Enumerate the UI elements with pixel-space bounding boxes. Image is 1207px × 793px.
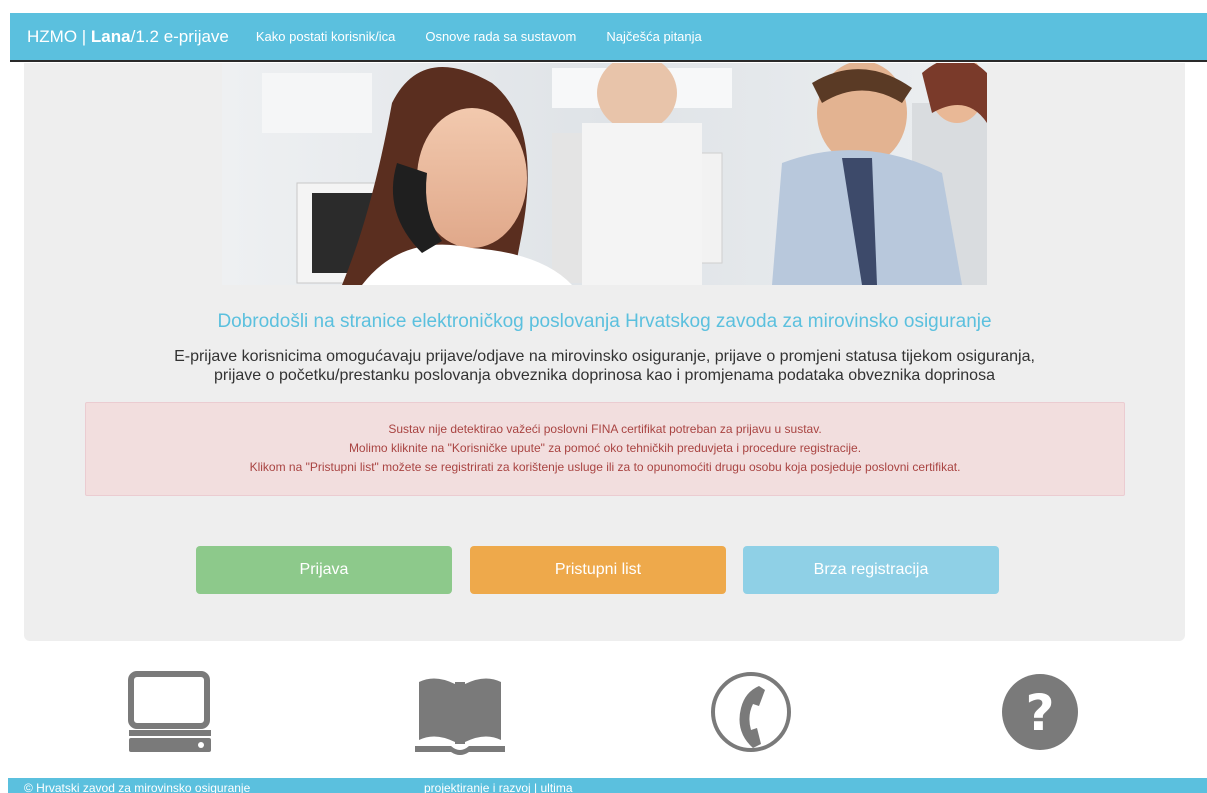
- main-panel: Dobrodošli na stranice elektroničkog pos…: [24, 63, 1185, 641]
- alert-line-1: Sustav nije detektirao važeći poslovni F…: [388, 422, 822, 436]
- top-navbar: HZMO | Lana/1.2 e-prijave Kako postati k…: [10, 13, 1207, 62]
- nav-link-faq[interactable]: Najčešća pitanja: [606, 29, 701, 44]
- page: HZMO | Lana/1.2 e-prijave Kako postati k…: [0, 0, 1207, 793]
- hero-illustration: [222, 63, 987, 285]
- phone-icon[interactable]: [707, 668, 797, 756]
- brand-suffix: /1.2 e-prijave: [130, 26, 229, 46]
- quick-registration-button[interactable]: Brza registracija: [743, 546, 999, 594]
- brand-logo[interactable]: HZMO | Lana/1.2 e-prijave: [10, 27, 229, 47]
- access-sheet-button[interactable]: Pristupni list: [470, 546, 726, 594]
- footer-credits[interactable]: projektiranje i razvoj | ultima: [424, 778, 573, 793]
- login-button[interactable]: Prijava: [196, 546, 452, 594]
- svg-text:?: ?: [1025, 684, 1054, 742]
- footer-copyright: © Hrvatski zavod za mirovinsko osiguranj…: [24, 781, 251, 793]
- footer: © Hrvatski zavod za mirovinsko osiguranj…: [8, 778, 1207, 793]
- alert-line-2: Molimo kliknite na "Korisničke upute" za…: [348, 441, 862, 455]
- nav-link-system-basics[interactable]: Osnove rada sa sustavom: [425, 29, 576, 44]
- welcome-heading: Dobrodošli na stranice elektroničkog pos…: [217, 311, 992, 332]
- alert-line-3: Klikom na "Pristupni list" možete se reg…: [249, 460, 961, 474]
- hero-image: [222, 63, 987, 285]
- computer-icon[interactable]: [125, 668, 215, 756]
- question-icon[interactable]: ?: [997, 668, 1087, 756]
- intro-line-1: E-prijave korisnicima omogućavaju prijav…: [174, 348, 1035, 365]
- certificate-alert: Sustav nije detektirao važeći poslovni F…: [85, 402, 1125, 496]
- brand-bold: Lana: [90, 26, 131, 46]
- book-icon[interactable]: [415, 668, 505, 756]
- nav-link-become-user[interactable]: Kako postati korisnik/ica: [256, 29, 395, 44]
- intro-text: E-prijave korisnicima omogućavaju prijav…: [64, 347, 1145, 385]
- brand-prefix: HZMO |: [27, 26, 91, 46]
- intro-line-2: prijave o početku/prestanku poslovanja o…: [214, 367, 995, 384]
